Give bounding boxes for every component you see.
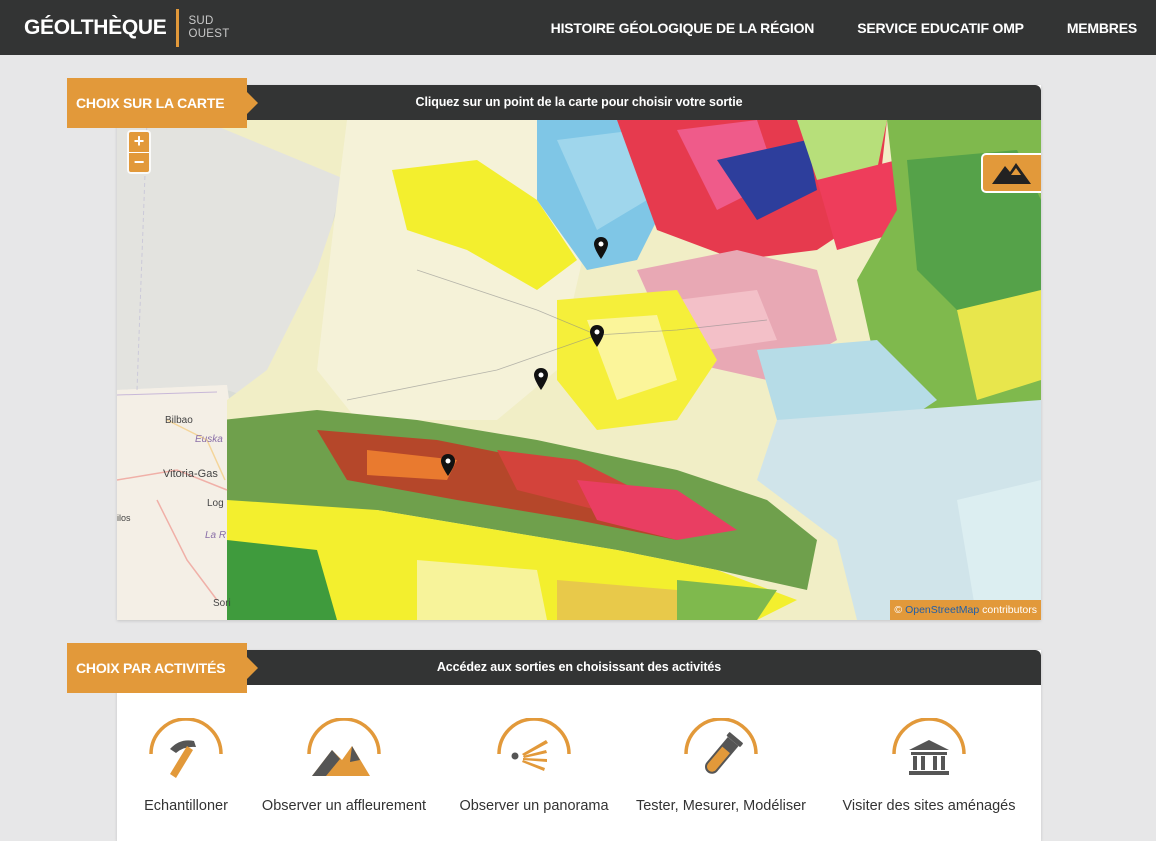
map-place-label: Sori (213, 598, 231, 609)
map-place-label: Vitoria-Gas (163, 468, 218, 480)
attribution-prefix: © (894, 604, 906, 616)
nav-item-histoire[interactable]: HISTOIRE GÉOLOGIQUE DE LA RÉGION (551, 20, 815, 36)
test-tube-icon (681, 717, 761, 784)
site-marker[interactable] (441, 454, 455, 476)
mountain-icon (992, 163, 1031, 184)
activity-label: Observer un affleurement (261, 798, 427, 814)
map-section: Cliquez sur un point de la carte pour ch… (117, 85, 1041, 620)
geological-map[interactable]: Bilbao Euska Vitoria-Gas Log La R Sori i… (117, 120, 1041, 620)
hammer-icon (146, 717, 226, 784)
nav-item-membres[interactable]: MEMBRES (1067, 20, 1137, 36)
site-marker[interactable] (594, 237, 608, 259)
activity-observer-affleurement[interactable]: Observer un affleurement (254, 717, 434, 814)
brand-sub-line1: SUD (188, 15, 214, 27)
zoom-control: + − (127, 130, 151, 174)
zoom-in-button[interactable]: + (129, 132, 149, 152)
brand-subtitle: SUD OUEST (188, 15, 229, 41)
brand-divider (176, 9, 180, 47)
nav-menu: HISTOIRE GÉOLOGIQUE DE LA RÉGION SERVICE… (508, 0, 1138, 55)
attribution-suffix: contributors (979, 604, 1037, 616)
map-place-label: Euska (195, 434, 223, 445)
activity-label: Observer un panorama (459, 798, 609, 814)
map-place-label: La R (205, 530, 227, 541)
outcrop-icon (304, 717, 384, 784)
activity-tester-mesurer-modeliser[interactable]: Tester, Mesurer, Modéliser (631, 717, 811, 814)
brand-name: GÉOLTHÈQUE (24, 16, 167, 39)
panorama-icon (494, 717, 574, 784)
site-marker[interactable] (590, 325, 604, 347)
zoom-out-button[interactable]: − (129, 152, 149, 172)
activities-list: Echantilloner Observer un affleurement O… (117, 685, 1041, 841)
map-place-label: ilos (117, 513, 131, 523)
brand-logo[interactable]: GÉOLTHÈQUE SUD OUEST (24, 8, 230, 48)
activities-section-tag: CHOIX PAR ACTIVITÉS (67, 643, 258, 693)
layer-switch-button[interactable] (981, 153, 1041, 193)
brand-sub-line2: OUEST (188, 28, 230, 40)
activity-label: Echantilloner (144, 798, 228, 814)
map-place-label: Bilbao (165, 415, 193, 426)
activity-visiter-sites[interactable]: Visiter des sites aménagés (839, 717, 1019, 814)
map-place-label: Log (207, 498, 224, 509)
map-attribution: © OpenStreetMap contributors (890, 600, 1041, 620)
openstreetmap-link[interactable]: OpenStreetMap (905, 604, 979, 616)
geological-map-layer (117, 120, 1041, 620)
activity-echantilloner[interactable]: Echantilloner (96, 717, 276, 814)
map-section-tag: CHOIX SUR LA CARTE (67, 78, 258, 128)
site-marker[interactable] (534, 368, 548, 390)
top-navbar: GÉOLTHÈQUE SUD OUEST HISTOIRE GÉOLOGIQUE… (0, 0, 1156, 55)
activity-label: Tester, Mesurer, Modéliser (635, 798, 807, 814)
nav-item-service-educatif[interactable]: SERVICE EDUCATIF OMP (857, 20, 1024, 36)
activity-label: Visiter des sites aménagés (842, 798, 1016, 814)
activity-observer-panorama[interactable]: Observer un panorama (444, 717, 624, 814)
museum-icon (889, 717, 969, 784)
